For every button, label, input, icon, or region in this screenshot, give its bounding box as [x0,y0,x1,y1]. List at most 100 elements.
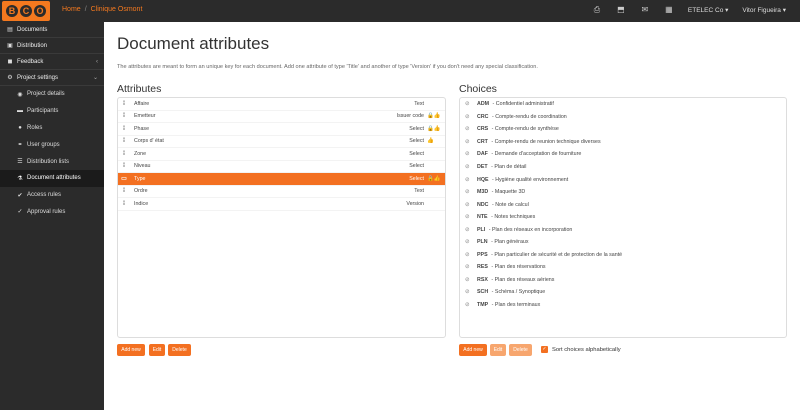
sidebar-item-label: Distribution lists [27,158,70,165]
list-item[interactable]: ⊘ RES - Plan des réservations [460,261,786,274]
list-item[interactable]: ⊘ DAF - Demande d'acceptation de fournitu… [460,148,786,161]
choice-label: Plan généraux [494,239,529,246]
main-content: Document attributes The attributes are m… [104,22,800,410]
choice-code: M3D [477,189,489,196]
list-item[interactable]: ⊘ NDC - Note de calcul [460,198,786,211]
user-icon: ● [18,124,22,131]
sidebar-item-distribution-lists[interactable]: ☰ Distribution lists [0,153,104,170]
sidebar-item-distribution[interactable]: ▣ Distribution [0,38,104,54]
drag-handle-icon[interactable]: ⁞ [118,138,130,144]
ban-icon: ⊘ [465,264,470,271]
attribute-row[interactable]: ⁞ Phase Select 🔒👍 [118,123,445,136]
sidebar-item-label: Roles [27,124,43,131]
attribute-name: Niveau [134,163,151,170]
sidebar-item-user-groups[interactable]: ⚭ User groups [0,136,104,153]
app-logo[interactable]: B C O [2,1,50,21]
choice-code: PLN [477,239,488,246]
list-item[interactable]: ⊘ RSX - Plan des réseaux aériens [460,274,786,287]
drag-handle-icon[interactable]: ▭ [118,175,130,182]
choice-label: Compte-rendu de coordination [495,113,567,120]
attribute-type: Select [409,163,424,170]
choice-code: DAF [477,151,488,158]
sidebar-item-project-settings[interactable]: ⚙ Project settings ⌄ [0,70,104,86]
attribute-row[interactable]: ⁞ Indice Version [118,198,445,211]
breadcrumb-project-link[interactable]: Clinique Osmont [91,6,143,13]
choice-label: Note de calcul [495,201,529,208]
drag-handle-icon[interactable]: ⁞ [118,101,130,107]
delete-choice-button[interactable]: Delete [509,344,532,356]
list-item[interactable]: ⊘ DET - Plan de détail [460,161,786,174]
organization-menu[interactable]: ETELEC Co ▾ [688,6,728,14]
sort-choices-option[interactable]: ✓ Sort choices alphabetically [541,346,621,353]
edit-attribute-button[interactable]: Edit [149,344,165,356]
sidebar-item-approval-rules[interactable]: ✓ Approval rules [0,204,104,221]
drag-handle-icon[interactable]: ⁞ [118,188,130,194]
list-item[interactable]: ⊘ TMP - Plan des terminaux [460,299,786,312]
sidebar-item-documents[interactable]: ▤ Documents [0,22,104,38]
check-icon: ✔ [17,192,23,199]
attribute-row[interactable]: ⁞ Ordre Text [118,186,445,198]
attributes-heading: Attributes [117,83,162,95]
list-item[interactable]: ⊘ CRS - Compte-rendu de synthèse [460,123,786,136]
mail-icon[interactable]: ✉ [640,5,650,15]
attribute-type: Issuer code [396,113,424,120]
list-item[interactable]: ⊘ M3D - Maquette 3D [460,186,786,199]
lock-thumbs-up-icon: 🔒👍 [427,113,441,120]
choice-label: Notes techniques [494,214,536,221]
choice-code: DET [477,164,488,170]
list-item[interactable]: ⊘ HQE - Hygiène qualité environnement [460,173,786,186]
attribute-row[interactable]: ⁞ Zone Select [118,148,445,161]
sidebar-item-label: Project details [27,91,65,98]
sidebar-item-document-attributes[interactable]: ⚗ Document attributes [0,169,104,187]
attribute-row[interactable]: ⁞ Emetteur Issuer code 🔒👍 [118,111,445,123]
choice-label: Compte-rendu de reunion technique divers… [494,138,601,145]
add-choice-button[interactable]: Add new [459,344,487,356]
list-item[interactable]: ⊘ PLI - Plan des réseaux en incorporation [460,223,786,236]
choice-code: TMP [477,302,489,309]
top-navbar: B C O Home / Clinique Osmont ⎙ ⬒ ✉ ▦ ETELE… [0,0,800,22]
list-item[interactable]: ⊘ CRT - Compte-rendu de reunion technique… [460,136,786,149]
choice-code: NDC [477,201,489,208]
sidebar-item-access-rules[interactable]: ✔ Access rules [0,187,104,204]
choice-label: Schéma / Synoptique [494,289,546,296]
choice-label: Plan des terminaux [494,302,541,309]
choice-label: Compte-rendu de synthèse [494,126,559,133]
attribute-row[interactable]: ⁞ Corps d' état Select 👍 [118,136,445,148]
choice-code: HQE [477,176,489,183]
drag-handle-icon[interactable]: ⁞ [118,151,130,157]
breadcrumb-separator: / [84,6,87,13]
attribute-row[interactable]: ⁞ Affaire Text [118,98,445,111]
edit-choice-button[interactable]: Edit [490,344,506,356]
attribute-row[interactable]: ⁞ Niveau Select [118,161,445,173]
list-item[interactable]: ⊘ CRC - Compte-rendu de coordination [460,111,786,124]
attribute-name: Phase [134,125,150,132]
choice-code: PPS [477,251,488,258]
add-attribute-button[interactable]: Add new [117,344,145,356]
sidebar-item-participants[interactable]: ▬ Participants [0,103,104,120]
list-item[interactable]: ⊘ PPS - Plan particulier de sécurité et d… [460,249,786,262]
attribute-type: Select [409,138,424,145]
sidebar-item-label: Document attributes [27,175,81,182]
logo-letter-c: C [20,5,32,17]
drag-handle-icon[interactable]: ⁞ [118,163,130,169]
user-menu[interactable]: Vitor Figueira ▾ [742,6,786,14]
sort-checkbox[interactable]: ✓ [541,346,548,353]
sidebar-item-feedback[interactable]: ◼ Feedback ‹ [0,54,104,70]
drag-handle-icon[interactable]: ⁞ [118,201,130,207]
attribute-row-selected[interactable]: ▭ Type Select 🔒👍 [118,173,445,186]
delete-attribute-button[interactable]: Delete [168,344,191,356]
list-item[interactable]: ⊘ SCH - Schéma / Synoptique [460,286,786,299]
export-icon[interactable]: ⬒ [616,5,626,15]
drag-handle-icon[interactable]: ⁞ [118,113,130,119]
breadcrumb-home-link[interactable]: Home [62,6,81,13]
list-item[interactable]: ⊘ PLN - Plan généraux [460,236,786,249]
print-icon[interactable]: ⎙ [592,5,602,15]
lock-thumbs-up-icon: 🔒👍 [427,175,441,182]
attribute-type: Select [409,125,424,132]
list-item[interactable]: ⊘ ADM - Confidentiel administratif [460,98,786,111]
calendar-icon[interactable]: ▦ [664,5,674,15]
sidebar-item-roles[interactable]: ● Roles [0,120,104,137]
drag-handle-icon[interactable]: ⁞ [118,126,130,132]
list-item[interactable]: ⊘ NTE - Notes techniques [460,211,786,224]
sidebar-item-project-details[interactable]: ◉ Project details [0,86,104,103]
